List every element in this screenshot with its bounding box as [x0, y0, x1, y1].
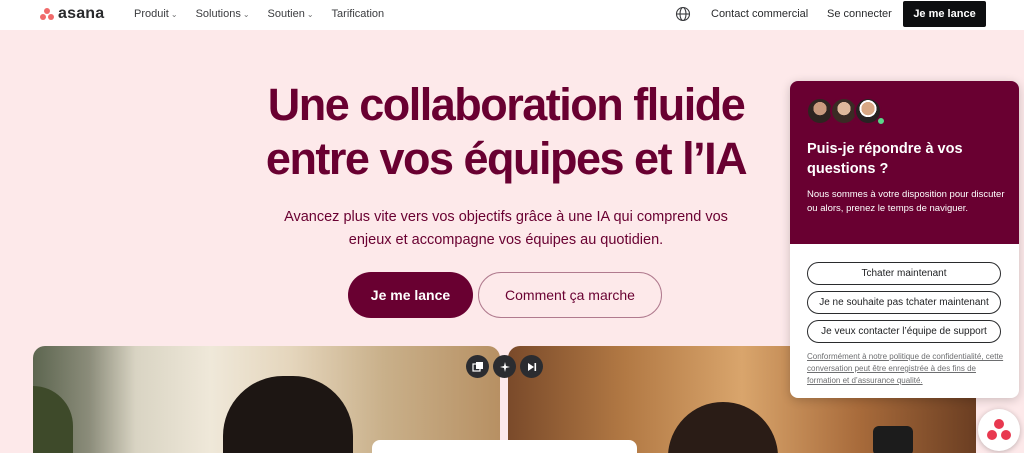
agent-avatars [806, 97, 886, 127]
asana-logo-icon [987, 419, 1011, 441]
chevron-down-icon: ⌄ [170, 9, 178, 19]
contact-sales-link[interactable]: Contact commercial [711, 8, 808, 20]
hero-title-line-2: entre vos équipes et l’IA [265, 133, 748, 184]
hero-subtitle: Avancez plus vite vers vos objectifs grâ… [250, 206, 762, 252]
chevron-down-icon: ⌄ [242, 9, 250, 19]
nav-links: Produit ⌄ Solutions ⌄ Soutien ⌄ Tarifica… [134, 8, 384, 20]
asana-logo-icon [40, 8, 54, 20]
privacy-notice-link[interactable]: Conformément à notre politique de confid… [807, 351, 1007, 387]
overlay-card [372, 440, 637, 453]
nav-item-soutien[interactable]: Soutien ⌄ [268, 8, 314, 20]
get-started-button[interactable]: Je me lance [348, 272, 473, 318]
hero-subtitle-line-1: Avancez plus vite vers vos objectifs grâ… [284, 209, 728, 225]
person-head-shape [668, 402, 778, 453]
chat-now-button[interactable]: Tchater maintenant [807, 262, 1001, 285]
top-nav: asana Produit ⌄ Solutions ⌄ Soutien ⌄ Ta… [0, 0, 1024, 30]
how-it-works-button[interactable]: Comment ça marche [478, 272, 662, 318]
chat-title: Puis-je répondre à vos questions ? [807, 141, 963, 177]
person-hair-shape [223, 376, 353, 453]
nav-item-label: Tarification [331, 8, 385, 20]
hero-photo-left [33, 346, 500, 453]
skip-forward-icon[interactable] [520, 355, 543, 378]
signin-link[interactable]: Se connecter [827, 8, 892, 20]
sparkle-icon[interactable] [493, 355, 516, 378]
hero-title: Une collaboration fluide entre vos équip… [200, 78, 812, 186]
nav-item-label: Soutien [267, 8, 305, 20]
chat-header: Puis-je répondre à vos questions ? Nous … [790, 81, 1019, 244]
plant-shape [33, 386, 73, 453]
nav-item-produit[interactable]: Produit ⌄ [134, 8, 178, 20]
chevron-down-icon: ⌄ [306, 9, 314, 19]
chat-launcher-button[interactable] [978, 409, 1020, 451]
no-chat-button[interactable]: Je ne souhaite pas tchater maintenant [807, 291, 1001, 314]
chat-description: Nous sommes à votre disposition pour dis… [807, 189, 1005, 214]
hero-title-line-1: Une collaboration fluide [267, 79, 746, 130]
contact-support-button[interactable]: Je veux contacter l’équipe de support [807, 320, 1001, 343]
nav-get-started-button[interactable]: Je me lance [903, 1, 986, 27]
nav-item-label: Produit [134, 8, 169, 20]
nav-item-tarification[interactable]: Tarification [332, 8, 385, 20]
chat-widget: Puis-je répondre à vos questions ? Nous … [790, 81, 1019, 398]
logo-text: asana [58, 5, 105, 22]
hero-subtitle-line-2: enjeux et accompagne vos équipes au quot… [348, 232, 664, 248]
globe-icon[interactable] [675, 6, 691, 22]
nav-item-label: Solutions [195, 8, 241, 20]
camera-shape [873, 426, 913, 453]
asana-logo[interactable]: asana [40, 5, 104, 23]
picture-in-picture-icon[interactable] [466, 355, 489, 378]
nav-item-solutions[interactable]: Solutions ⌄ [196, 8, 250, 20]
online-status-icon [877, 117, 885, 125]
